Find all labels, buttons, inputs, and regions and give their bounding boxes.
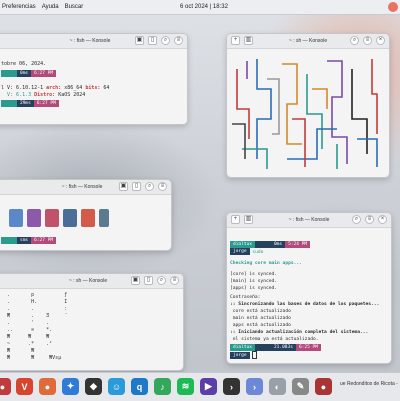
spotify-icon[interactable]: ≋ bbox=[177, 378, 194, 395]
window-titlebar[interactable]: + ▥ ~ : fish — Konsole ⌕ ≡ × bbox=[227, 213, 391, 228]
app-icon-red[interactable]: ● bbox=[0, 378, 11, 395]
terminal-line: l V: 6.10.12-1 arch: x86_64 bits: 64 bbox=[1, 85, 110, 91]
prompt-line: sms 6:27 PM bbox=[1, 237, 163, 244]
terminal-line: main está actualizado bbox=[230, 316, 291, 321]
pen-icon[interactable]: ✎ bbox=[292, 378, 309, 395]
folder-icons-row bbox=[9, 209, 109, 227]
prompt-line: dialtux 21.083s 6:25 PM bbox=[230, 344, 388, 351]
prompt-segment: 6:27 PM bbox=[33, 100, 59, 107]
vivaldi-icon[interactable]: V bbox=[16, 378, 33, 395]
music-icon[interactable]: ♪ bbox=[154, 378, 171, 395]
terminal-line: apps está actualizado bbox=[230, 323, 291, 328]
konsole-window-sysinfo[interactable]: ~ : fish — Konsole ▣ ▯ ⌕ ≡ tobre 06, 202… bbox=[0, 33, 188, 125]
pipes-animation bbox=[232, 59, 378, 169]
app-icon-orange[interactable]: ● bbox=[39, 378, 56, 395]
terminal-line: Checking core main apps... bbox=[230, 261, 302, 266]
terminal-icon[interactable]: › bbox=[223, 378, 240, 395]
qbittorrent-icon[interactable]: q bbox=[131, 378, 148, 395]
toggle-icon[interactable]: ◐ bbox=[269, 378, 286, 395]
menu-icon[interactable]: ≡ bbox=[158, 182, 167, 191]
konsole-window-pipes[interactable]: + ▥ ~ : sh — Konsole ⌕ ≡ × bbox=[226, 33, 390, 178]
terminal-line: Contraseña: bbox=[230, 295, 261, 300]
app-icon-purple[interactable]: ▶ bbox=[200, 378, 217, 395]
now-playing-text[interactable]: ue Redonditos de Ricota - bbox=[340, 381, 398, 387]
prompt-line: 29ms 6:27 PM bbox=[1, 100, 179, 107]
menu-ayuda[interactable]: Ayuda bbox=[42, 4, 59, 10]
menu-buscar[interactable]: Buscar bbox=[65, 4, 84, 10]
search-icon[interactable]: ⌕ bbox=[161, 36, 170, 45]
prompt-segment: 29ms bbox=[17, 100, 34, 107]
search-icon[interactable]: ⌕ bbox=[145, 182, 154, 191]
terminal-line: :: Iniciando actualización completa del … bbox=[230, 330, 369, 335]
terminal-line: core está actualizado bbox=[230, 309, 291, 314]
compass-icon[interactable]: ✦ bbox=[62, 378, 79, 395]
menu-icon[interactable]: ≡ bbox=[174, 36, 183, 45]
search-icon[interactable]: ⌕ bbox=[350, 36, 359, 45]
menu-icon[interactable]: ≡ bbox=[170, 276, 179, 285]
tray-status-icon[interactable] bbox=[388, 2, 398, 12]
new-tab-icon[interactable]: ▣ bbox=[131, 276, 140, 285]
split-icon[interactable]: ▯ bbox=[148, 36, 157, 45]
terminal-line: [main] is synced. bbox=[230, 279, 278, 284]
menu-preferencias[interactable]: Preferencias bbox=[2, 4, 36, 10]
prompt-line: jorge bbox=[230, 351, 388, 359]
prompt-line: 0ms 6:27 PM bbox=[1, 70, 179, 77]
terminal-line: [apps] is synced. bbox=[230, 286, 278, 291]
konsole-window-update[interactable]: + ▥ ~ : fish — Konsole ⌕ ≡ × dialtux 0ms 5… bbox=[226, 212, 392, 364]
global-menu: Preferencias Ayuda Buscar bbox=[2, 0, 83, 14]
menu-icon[interactable]: ≡ bbox=[365, 215, 374, 224]
konsole-window-files[interactable]: ~ : fish — Konsole ▣ ▯ ⌕ ≡ sms 6:27 PM bbox=[0, 179, 172, 251]
close-icon[interactable]: × bbox=[378, 215, 387, 224]
terminal-line: el sistema ya está actualizado. bbox=[230, 337, 319, 342]
prompt-line: dialtux 0ms 5:24 PM bbox=[230, 241, 388, 248]
cursor bbox=[252, 351, 258, 359]
konsole-window-matrix[interactable]: ~ : sh — Konsole ▣ ▯ ⌕ ≡ . p ƒ . H. I . … bbox=[0, 273, 184, 371]
media-icon[interactable]: ● bbox=[315, 378, 332, 395]
top-panel: Preferencias Ayuda Buscar 6 oct 2024 | 1… bbox=[0, 0, 400, 15]
new-tab-icon[interactable]: ▣ bbox=[135, 36, 144, 45]
matrix-output: . p ƒ . H. I . . : ₩ . Ʒ ¨ . ' . .. ∞ *.… bbox=[1, 292, 68, 361]
search-icon[interactable]: ⌕ bbox=[157, 276, 166, 285]
split-icon[interactable]: ▯ bbox=[144, 276, 153, 285]
window-titlebar[interactable]: + ▥ ~ : sh — Konsole ⌕ ≡ × bbox=[227, 34, 389, 49]
prompt-segment: sms bbox=[17, 237, 32, 244]
window-titlebar[interactable]: ~ : fish — Konsole ▣ ▯ ⌕ ≡ bbox=[0, 34, 187, 49]
search-icon[interactable]: ⌕ bbox=[352, 215, 361, 224]
window-titlebar[interactable]: ~ : fish — Konsole ▣ ▯ ⌕ ≡ bbox=[0, 180, 171, 195]
dock: ● V ● ✦ ◆ ☺ q ♪ ≋ ▶ › › ◐ ✎ ● ue Redondi… bbox=[0, 372, 400, 401]
prompt-segment: 6:27 PM bbox=[31, 237, 57, 244]
cat-icon[interactable]: ◆ bbox=[85, 378, 102, 395]
konsole-icon[interactable]: › bbox=[246, 378, 263, 395]
terminal-line: V: 6.1.3 Distro: KaOS 2024 bbox=[1, 92, 86, 98]
close-icon[interactable]: × bbox=[376, 36, 385, 45]
terminal-line: tobre 06, 2024. bbox=[1, 61, 47, 67]
terminal-line: [core] is synced. bbox=[230, 272, 278, 277]
menu-icon[interactable]: ≡ bbox=[363, 36, 372, 45]
terminal-line: :: Sincronizando las bases de datos de l… bbox=[230, 302, 380, 307]
prompt-line: jorge sudo bbox=[230, 248, 388, 255]
new-tab-icon[interactable]: ▣ bbox=[119, 182, 128, 191]
split-icon[interactable]: ▯ bbox=[132, 182, 141, 191]
prompt-segment: 0ms bbox=[17, 70, 32, 77]
prompt-segment: 6:27 PM bbox=[31, 70, 57, 77]
clock[interactable]: 6 oct 2024 | 18:32 bbox=[180, 0, 228, 14]
figure-icon[interactable]: ☺ bbox=[108, 378, 125, 395]
window-titlebar[interactable]: ~ : sh — Konsole ▣ ▯ ⌕ ≡ bbox=[0, 274, 183, 289]
